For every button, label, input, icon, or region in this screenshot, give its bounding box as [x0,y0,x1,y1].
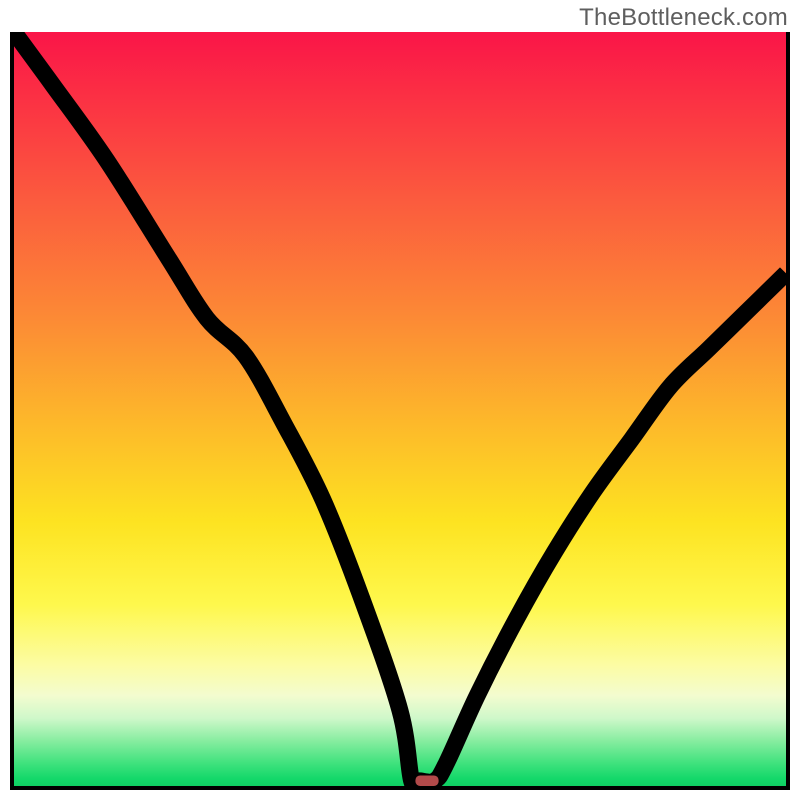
optimum-marker [415,775,438,786]
plot-area [10,32,790,790]
bottleneck-curve [14,32,786,786]
bottleneck-curve-svg [14,32,786,786]
watermark-text: TheBottleneck.com [579,4,788,32]
chart-frame: TheBottleneck.com [0,0,800,800]
